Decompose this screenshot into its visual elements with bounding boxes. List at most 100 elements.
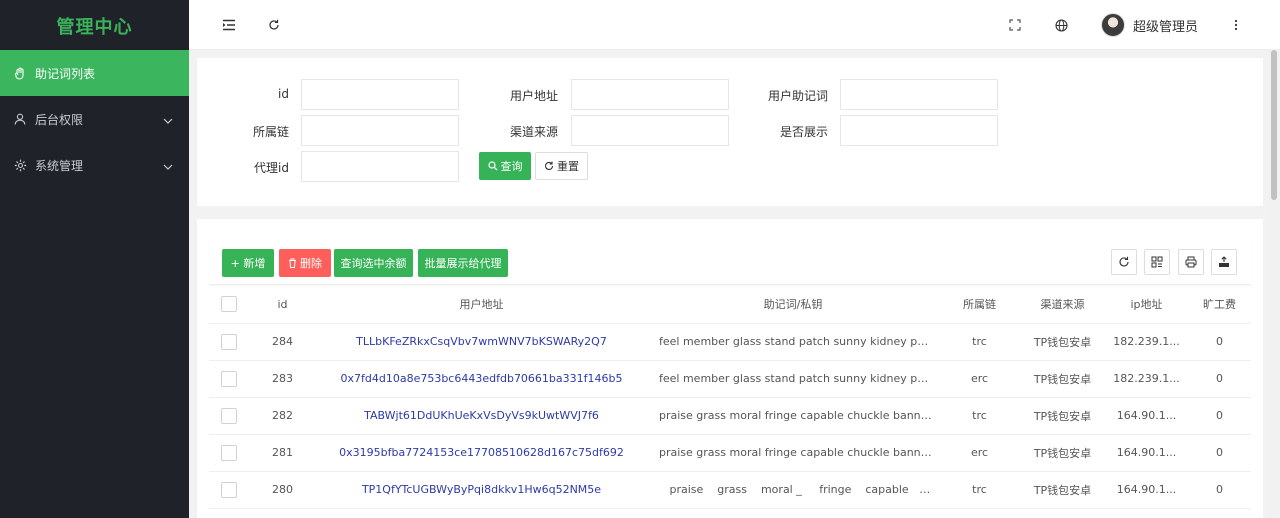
- address-field[interactable]: [571, 79, 729, 110]
- top-header: 超级管理员: [189, 0, 1280, 50]
- globe-icon[interactable]: [1052, 16, 1070, 34]
- trash-icon: [289, 258, 296, 268]
- batch-show-agent-button[interactable]: 批量展示给代理: [418, 249, 508, 277]
- row-checkbox[interactable]: [221, 444, 237, 461]
- column-header-id[interactable]: id: [249, 286, 316, 324]
- query-balance-button[interactable]: 查询选中余额: [334, 249, 413, 277]
- print-button[interactable]: [1178, 249, 1204, 275]
- row-chain: erc: [939, 434, 1020, 472]
- agent-id-label: 代理id: [254, 161, 289, 175]
- query-button-label: 查询: [500, 160, 523, 173]
- table-row[interactable]: 280 TP1QfYTcUGBWyByPqi8dkkv1Hw6q52NM5e p…: [209, 471, 1251, 509]
- fullscreen-icon[interactable]: [1006, 16, 1024, 34]
- table-row[interactable]: 283 0x7fd4d10a8e753bc6443edfdb70661ba331…: [209, 360, 1251, 398]
- query-button[interactable]: 查询: [479, 152, 531, 180]
- row-address[interactable]: TLLbKFeZRkxCsqVbv7wmWNV7bKSWARy2Q7: [316, 323, 647, 361]
- row-channel: TP钱包安卓: [1020, 397, 1105, 435]
- sidebar-item-label: 后台权限: [35, 112, 84, 127]
- row-checkbox[interactable]: [221, 370, 237, 387]
- page-scrollbar-thumb[interactable]: [1271, 50, 1277, 200]
- column-header-ip[interactable]: ip地址: [1105, 286, 1188, 324]
- row-ip: 182.239.1...: [1105, 360, 1188, 398]
- row-fee: 0: [1188, 360, 1251, 398]
- row-id: 280: [249, 471, 316, 509]
- row-checkbox[interactable]: [221, 333, 237, 350]
- row-chain: trc: [939, 397, 1020, 435]
- row-id: 282: [249, 397, 316, 435]
- row-chain: trc: [939, 471, 1020, 509]
- row-id: 283: [249, 360, 316, 398]
- export-icon: [1219, 256, 1229, 267]
- agent-id-field[interactable]: [301, 151, 459, 182]
- column-header-fee[interactable]: 旷工费: [1188, 286, 1251, 324]
- id-label: id: [278, 87, 289, 101]
- chevron-down-icon: [163, 113, 173, 127]
- row-chain: trc: [939, 323, 1020, 361]
- avatar: [1101, 13, 1125, 37]
- menu-collapse-icon[interactable]: [220, 16, 238, 34]
- row-ip: 164.90.1...: [1105, 434, 1188, 472]
- row-address[interactable]: TP1QfYTcUGBWyByPqi8dkkv1Hw6q52NM5e: [316, 471, 647, 509]
- row-mnemonic: praise grass moral _ fringe capable chu.…: [647, 471, 939, 509]
- user-icon: [13, 112, 27, 126]
- refresh-icon[interactable]: [265, 16, 283, 34]
- row-address[interactable]: 0x3195bfba7724153ce17708510628d167c75df6…: [316, 434, 647, 472]
- user-name: 超级管理员: [1133, 19, 1199, 35]
- search-panel: id 用户地址 用户助记词 所属链 渠道来源 是否展示 代理id 查询 重置: [197, 58, 1263, 206]
- delete-button-label: 删除: [300, 257, 322, 270]
- row-checkbox[interactable]: [221, 407, 237, 424]
- sidebar-item-label: 助记词列表: [35, 66, 96, 81]
- columns-icon: [1151, 256, 1163, 268]
- row-address[interactable]: TABWjt61DdUKhUeKxVsDyVs9kUwtWVJ7f6: [316, 397, 647, 435]
- row-mnemonic: praise grass moral fringe capable chuckl…: [647, 434, 939, 472]
- row-address[interactable]: 0x7fd4d10a8e753bc6443edfdb70661ba331f146…: [316, 360, 647, 398]
- chain-label: 所属链: [252, 125, 289, 139]
- mnemonic-field[interactable]: [840, 79, 998, 110]
- row-ip: 164.90.1...: [1105, 471, 1188, 509]
- show-label: 是否展示: [779, 125, 828, 139]
- table-row[interactable]: 282 TABWjt61DdUKhUeKxVsDyVs9kUwtWVJ7f6 p…: [209, 397, 1251, 435]
- row-id: 281: [249, 434, 316, 472]
- delete-button[interactable]: 删除: [279, 249, 331, 277]
- mnemonic-label: 用户助记词: [767, 89, 828, 103]
- table-header-row: id 用户地址 助记词/私钥 所属链 渠道来源 ip地址 旷工费: [209, 286, 1251, 324]
- table-row[interactable]: 284 TLLbKFeZRkxCsqVbv7wmWNV7bKSWARy2Q7 f…: [209, 323, 1251, 361]
- table-toolbar: + 新增 删除 查询选中余额 批量展示给代理: [209, 239, 1251, 285]
- show-field[interactable]: [840, 115, 998, 146]
- sidebar: 管理中心 助记词列表 后台权限 系统管理: [0, 0, 189, 518]
- refresh-icon: [545, 161, 554, 170]
- column-header-mnemonic[interactable]: 助记词/私钥: [647, 286, 939, 324]
- sidebar-item-mnemonic-list[interactable]: 助记词列表: [0, 50, 189, 96]
- sidebar-item-system-management[interactable]: 系统管理: [0, 142, 189, 188]
- row-checkbox[interactable]: [221, 481, 237, 498]
- row-channel: TP钱包安卓: [1020, 323, 1105, 361]
- app-logo: 管理中心: [56, 17, 133, 38]
- table-panel: + 新增 删除 查询选中余额 批量展示给代理 id 用户地址 助记词/私钥 所属…: [197, 219, 1263, 518]
- reset-button[interactable]: 重置: [535, 152, 588, 180]
- column-header-chain[interactable]: 所属链: [939, 286, 1020, 324]
- add-button[interactable]: + 新增: [222, 249, 274, 277]
- row-mnemonic: feel member glass stand patch sunny kidn…: [647, 360, 939, 398]
- row-fee: 0: [1188, 323, 1251, 361]
- column-header-address[interactable]: 用户地址: [316, 286, 647, 324]
- channel-field[interactable]: [571, 115, 729, 146]
- more-vertical-icon[interactable]: [1227, 16, 1245, 34]
- columns-button[interactable]: [1144, 249, 1170, 275]
- sidebar-item-admin-permissions[interactable]: 后台权限: [0, 96, 189, 142]
- table-row[interactable]: 281 0x3195bfba7724153ce17708510628d167c7…: [209, 434, 1251, 472]
- column-header-channel[interactable]: 渠道来源: [1020, 286, 1105, 324]
- refresh-icon: [1119, 256, 1129, 267]
- gear-icon: [13, 158, 27, 172]
- print-icon: [1185, 256, 1197, 268]
- id-field[interactable]: [301, 79, 459, 110]
- export-button[interactable]: [1211, 249, 1237, 275]
- search-icon: [487, 161, 497, 171]
- row-ip: 164.90.1...: [1105, 397, 1188, 435]
- row-fee: 0: [1188, 397, 1251, 435]
- refresh-table-button[interactable]: [1111, 249, 1137, 275]
- reset-button-label: 重置: [557, 160, 579, 173]
- user-menu[interactable]: 超级管理员: [1101, 13, 1198, 37]
- select-all-checkbox[interactable]: [221, 296, 237, 313]
- row-mnemonic: praise grass moral fringe capable chuckl…: [647, 397, 939, 435]
- chain-field[interactable]: [301, 115, 459, 146]
